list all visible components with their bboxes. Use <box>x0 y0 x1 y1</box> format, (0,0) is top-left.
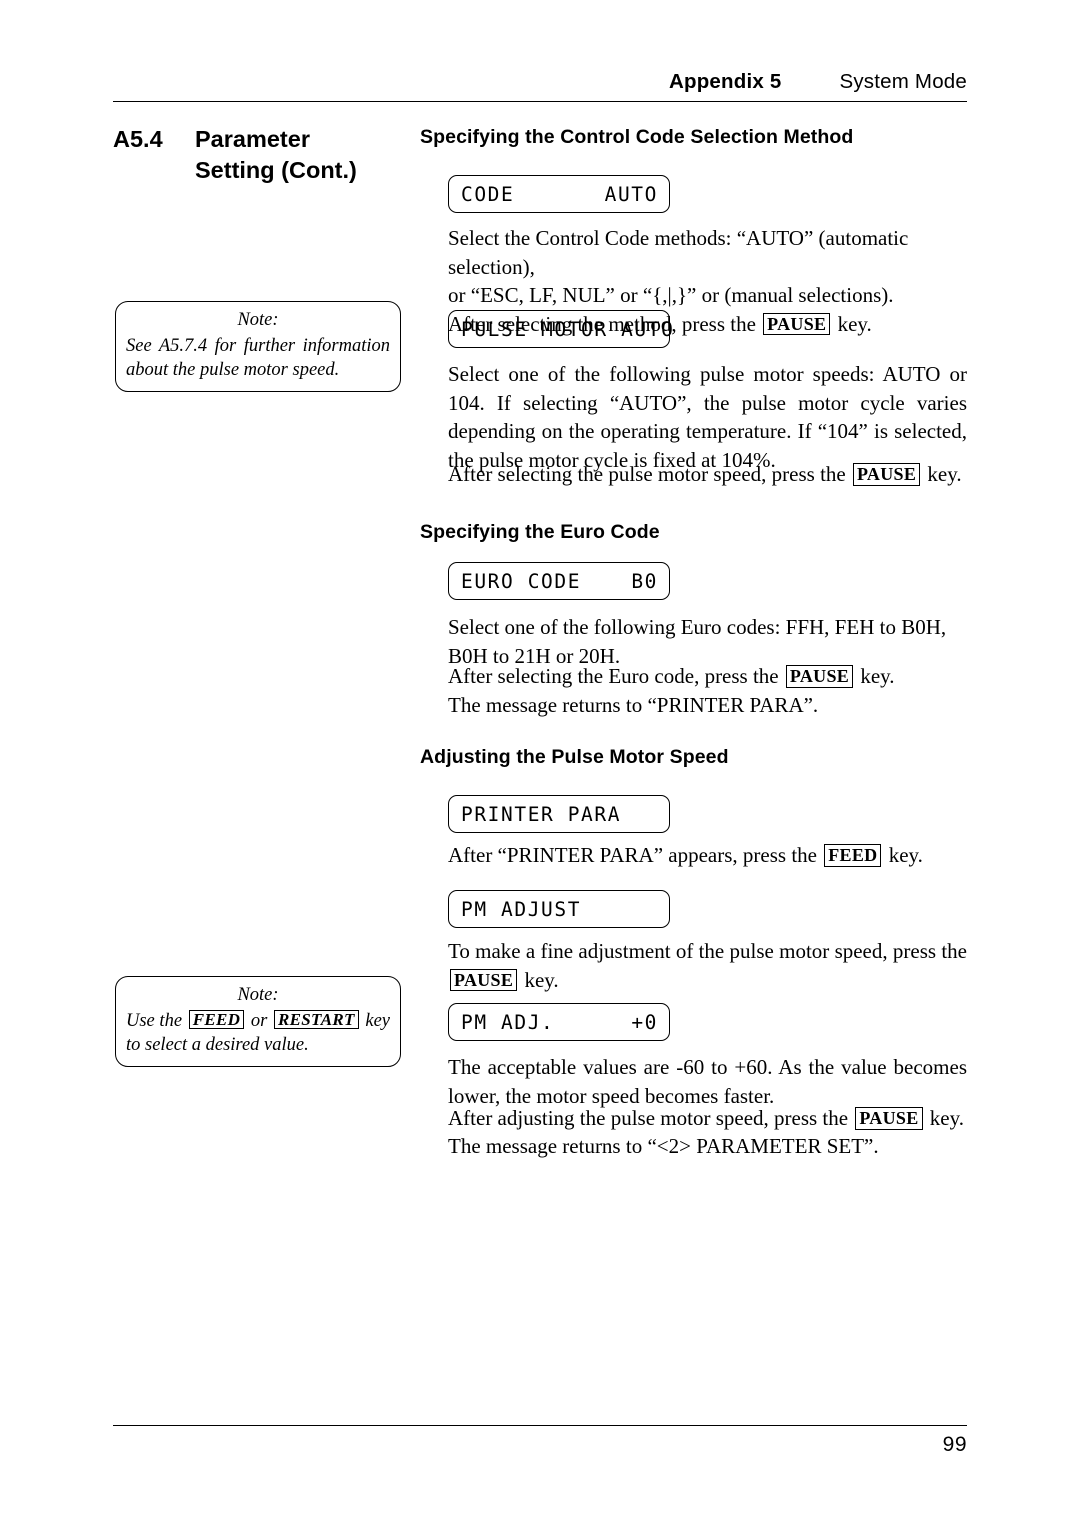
pulse-motor-line-pre: After selecting the pulse motor speed, p… <box>448 462 851 486</box>
paragraph-pm-adjust: To make a fine adjustment of the pulse m… <box>448 937 967 994</box>
pm-values-line-post: key. <box>924 1106 964 1130</box>
lcd-right-text: B0 <box>631 569 658 593</box>
footer-divider <box>113 1425 967 1426</box>
euro-code-line-post: key. <box>855 664 895 688</box>
lcd-right-text: AUTO <box>604 182 658 206</box>
lcd-left-text: PM ADJUST <box>461 897 582 921</box>
pause-key-badge: PAUSE <box>785 665 854 688</box>
euro-code-body: Select one of the following Euro codes: … <box>448 615 947 668</box>
document-page: Appendix 5 System Mode A5.4 Parameter Se… <box>0 0 1080 1528</box>
note-box-select-value: Note: Use the FEED or RESTART key to sel… <box>115 976 401 1067</box>
page-number: 99 <box>942 1433 967 1456</box>
lcd-display-pulse-motor-auto: PULSE MOTOR AUTO <box>448 310 673 348</box>
lcd-display-pm-adjust: PM ADJUST <box>448 890 670 928</box>
paragraph-pulse-motor-speeds: Select one of the following pulse motor … <box>448 362 967 472</box>
note-label: Note: <box>237 985 279 1005</box>
pause-key-badge: PAUSE <box>450 968 518 992</box>
feed-key-badge: FEED <box>824 844 882 867</box>
header-divider <box>113 101 967 102</box>
section-heading: A5.4 Parameter Setting (Cont.) <box>113 124 413 186</box>
euro-code-line-last: The message returns to “PRINTER PARA”. <box>448 692 819 717</box>
note-label: Note: <box>237 310 279 330</box>
feed-key-badge: FEED <box>188 1009 245 1030</box>
note-body: Use the FEED or RESTART key to select a … <box>126 1009 390 1058</box>
lcd-left-text: CODE <box>461 182 515 206</box>
pm-values-line-pre: After adjusting the pulse motor speed, p… <box>448 1106 854 1130</box>
section-title: Parameter Setting (Cont.) <box>195 124 413 186</box>
pause-key-badge: PAUSE <box>763 312 831 336</box>
note-body: See A5.7.4 for further information about… <box>126 335 390 381</box>
section-title-line2: Setting (Cont.) <box>195 157 357 183</box>
lcd-right-text: +0 <box>631 1010 658 1034</box>
pause-key-badge: PAUSE <box>855 1107 923 1130</box>
subheading-control-code: Specifying the Control Code Selection Me… <box>420 126 854 148</box>
lcd-display-printer-para: PRINTER PARA <box>448 795 670 833</box>
section-number: A5.4 <box>113 126 163 152</box>
note-text-part1: Use the <box>126 1010 187 1031</box>
pm-adjust-pre: To make a fine adjustment of the pulse m… <box>448 939 967 963</box>
subheading-pulse-motor-speed: Adjusting the Pulse Motor Speed <box>420 746 729 768</box>
lcd-left-text: PM ADJ. <box>461 1010 555 1034</box>
paragraph-pm-acceptable-values: The acceptable values are -60 to +60. As… <box>448 1055 967 1108</box>
header-appendix-label: Appendix 5 <box>668 70 782 93</box>
printer-para-pre: After “PRINTER PARA” appears, press the <box>448 843 823 867</box>
lcd-left-text: PRINTER PARA <box>461 802 622 826</box>
header-title-label: System Mode <box>839 70 967 93</box>
lcd-display-code: CODE AUTO <box>448 175 670 213</box>
paragraph-pm-values-return: The message returns to “<2> PARAMETER SE… <box>448 1134 879 1158</box>
euro-code-line-pre: After selecting the Euro code, press the <box>448 664 784 688</box>
paragraph-pm-values-pause: After adjusting the pulse motor speed, p… <box>448 1104 967 1133</box>
paragraph-pulse-motor-pause: After selecting the pulse motor speed, p… <box>448 460 967 489</box>
pause-key-badge: PAUSE <box>852 463 921 486</box>
lcd-display-pm-adj-value: PM ADJ. +0 <box>448 1003 670 1041</box>
paragraph-printer-para: After “PRINTER PARA” appears, press the … <box>448 841 967 870</box>
control-code-line3-post: key. <box>832 311 872 336</box>
paragraph-euro-code-pause: After selecting the Euro code, press the… <box>448 662 967 719</box>
control-code-line2: or “ESC, LF, NUL” or “{,|,}” or (manual … <box>448 283 894 307</box>
pulse-motor-line-post: key. <box>922 462 962 486</box>
restart-key-badge: RESTART <box>273 1009 359 1030</box>
subheading-euro-code: Specifying the Euro Code <box>420 521 660 543</box>
page-header: Appendix 5 System Mode <box>113 70 967 94</box>
printer-para-post: key. <box>883 843 923 867</box>
note-box-pulse-motor-speed: Note: See A5.7.4 for further information… <box>115 301 401 392</box>
section-title-line1: Parameter <box>195 126 310 152</box>
note-text-part2: or <box>246 1010 272 1031</box>
pm-adjust-post: key. <box>519 967 559 992</box>
lcd-left-text: PULSE MOTOR AUTO <box>461 317 675 341</box>
lcd-display-euro-code: EURO CODE B0 <box>448 562 670 600</box>
lcd-left-text: EURO CODE <box>461 569 582 593</box>
control-code-line1: Select the Control Code methods: “AUTO” … <box>448 226 909 279</box>
